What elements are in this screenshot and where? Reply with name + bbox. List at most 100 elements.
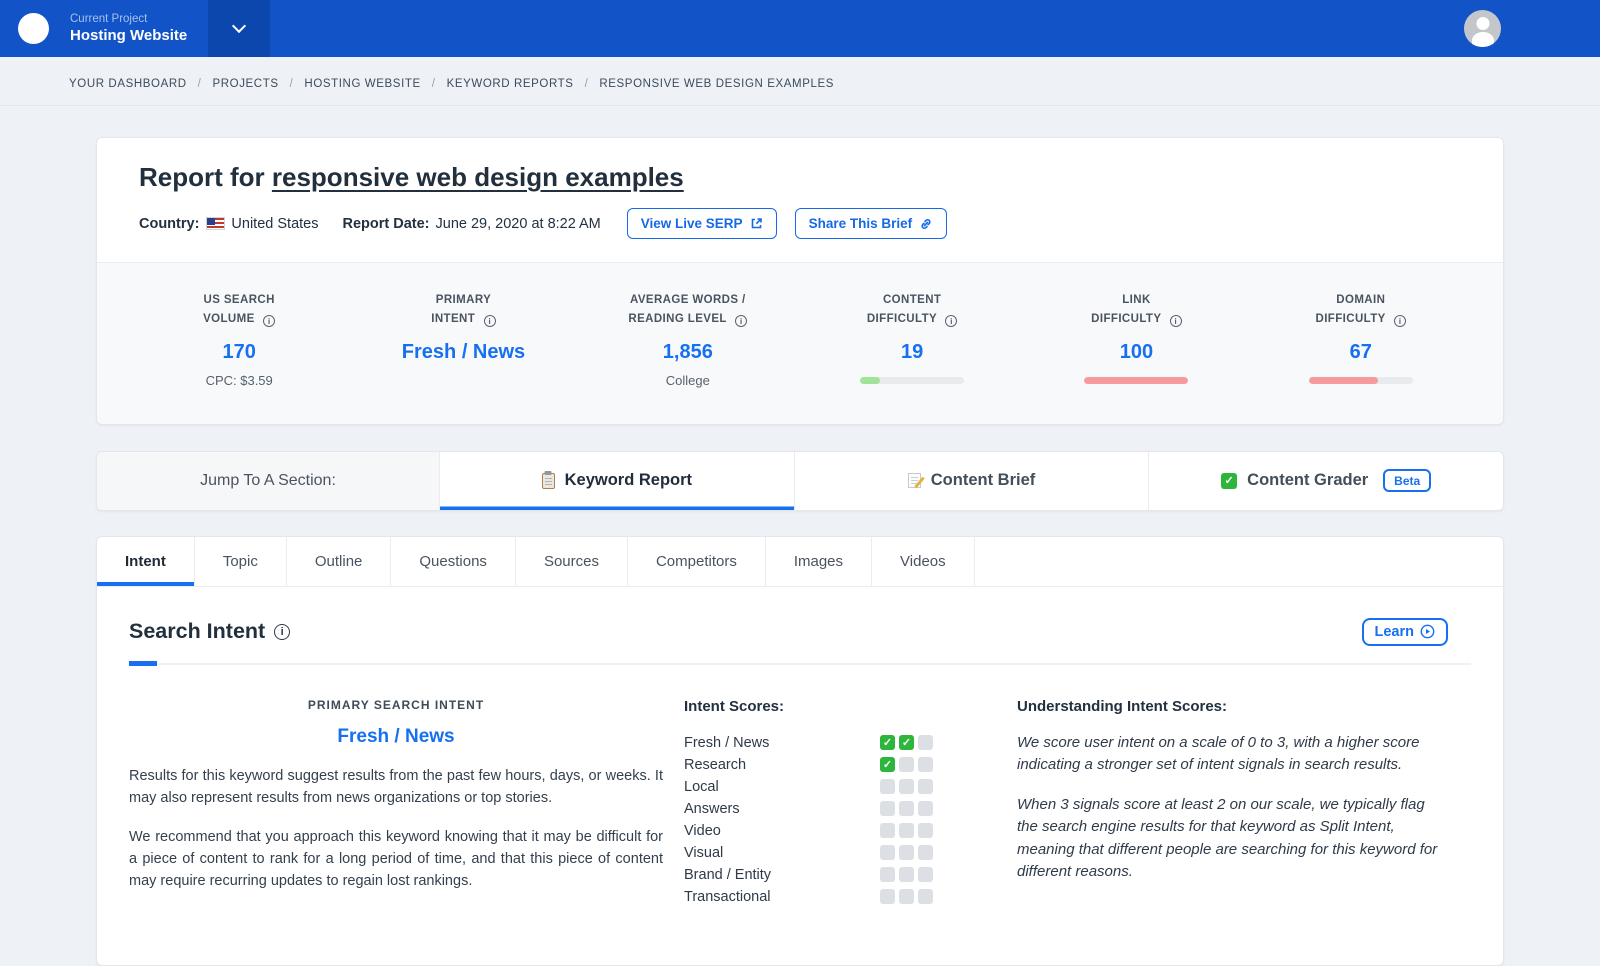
learn-button[interactable]: Learn <box>1361 617 1448 646</box>
difficulty-bar-fill <box>860 376 880 384</box>
breadcrumb-item-responsive-web-design-examples[interactable]: RESPONSIVE WEB DESIGN EXAMPLES <box>599 78 834 90</box>
project-avatar[interactable] <box>18 13 49 44</box>
share-brief-label: Share This Brief <box>808 216 913 231</box>
breadcrumb-item-projects[interactable]: PROJECTS <box>212 78 304 90</box>
breadcrumb-item-keyword-reports[interactable]: KEYWORD REPORTS <box>447 78 600 90</box>
us-flag-icon <box>206 217 226 230</box>
intent-score-row-research: Research <box>684 757 933 773</box>
stat-value: 19 <box>901 340 924 363</box>
stat-value: 170 <box>222 340 256 363</box>
intent-score-boxes <box>880 735 933 751</box>
intent-score-label: Brand / Entity <box>684 866 772 883</box>
info-icon[interactable] <box>274 623 291 640</box>
project-label: Current Project <box>70 13 148 25</box>
stat-primary-intent: PRIMARYINTENT Fresh / News <box>351 291 575 388</box>
empty-box-icon <box>918 889 933 905</box>
empty-box-icon <box>918 845 933 861</box>
difficulty-bar <box>860 376 965 384</box>
intent-scores-list: Fresh / News Research Local Answers Video Vis… <box>684 735 933 905</box>
report-meta-row: Country: United States Report Date: June… <box>139 208 1461 239</box>
chevron-down-icon <box>231 18 247 34</box>
stat-label: CONTENT DIFFICULTY <box>800 291 1024 329</box>
section-nav-content-brief[interactable]: Content Brief <box>795 451 1150 510</box>
understanding-heading: Understanding Intent Scores: <box>1017 697 1228 715</box>
tab-sources[interactable]: Sources <box>516 536 628 586</box>
project-selector[interactable]: Current Project Hosting Website <box>70 13 187 44</box>
stat-average-words-reading-level: AVERAGE WORDS /READING LEVEL 1,856 Colleg… <box>576 291 800 388</box>
info-icon[interactable] <box>483 314 496 327</box>
intent-scores-column: Intent Scores: Fresh / News Research Local… <box>684 698 933 905</box>
external-link-icon <box>751 218 762 229</box>
share-brief-button[interactable]: Share This Brief <box>794 208 948 239</box>
section-nav-label: Keyword Report <box>564 471 693 490</box>
empty-box-icon <box>918 823 933 839</box>
country-label: Country: <box>139 215 200 232</box>
report-card: Report for responsive web design example… <box>96 137 1504 425</box>
breadcrumb-item-hosting-website[interactable]: HOSTING WEBSITE <box>304 78 446 90</box>
intent-score-label: Research <box>684 756 747 773</box>
stat-value: Fresh / News <box>401 340 526 363</box>
intent-score-row-video: Video <box>684 823 933 839</box>
stat-link-difficulty: LINKDIFFICULTY 100 <box>1024 291 1248 388</box>
intent-score-row-brand-entity: Brand / Entity <box>684 867 933 883</box>
tab-images[interactable]: Images <box>766 536 873 586</box>
report-keyword-link[interactable]: responsive web design examples <box>272 162 684 192</box>
intent-score-row-fresh-news: Fresh / News <box>684 735 933 751</box>
difficulty-bar <box>1308 376 1413 384</box>
understanding-paragraph: When 3 signals score at least 2 on our s… <box>1017 795 1438 881</box>
tab-outline[interactable]: Outline <box>287 536 392 586</box>
report-date-label: Report Date: <box>342 215 430 232</box>
intent-score-row-local: Local <box>684 779 933 795</box>
section-nav-content-grader[interactable]: Content Grader Beta <box>1149 452 1503 510</box>
difficulty-bar <box>1084 376 1189 384</box>
info-icon[interactable] <box>735 314 748 327</box>
info-icon[interactable] <box>263 314 276 327</box>
tab-intent[interactable]: Intent <box>97 536 195 586</box>
empty-box-icon <box>899 779 914 795</box>
report-header: Report for responsive web design example… <box>97 138 1503 262</box>
empty-box-icon <box>880 823 895 839</box>
tab-videos[interactable]: Videos <box>872 536 975 586</box>
intent-score-label: Visual <box>684 844 724 861</box>
tab-topic[interactable]: Topic <box>195 536 287 586</box>
stat-sub: College <box>665 372 710 388</box>
section-title: Search Intent <box>129 619 266 644</box>
empty-box-icon <box>899 889 914 905</box>
stat-content-difficulty: CONTENTDIFFICULTY 19 <box>800 291 1024 388</box>
view-live-serp-button[interactable]: View Live SERP <box>626 208 777 239</box>
check-box-icon <box>899 735 914 751</box>
check-box-icon <box>880 757 895 773</box>
primary-intent-column: PRIMARY SEARCH INTENT Fresh / News Resul… <box>129 698 663 905</box>
project-dropdown-button[interactable] <box>208 0 270 57</box>
keyword-report-card: Intent Topic Outline Questions Sources Compet… <box>96 535 1504 966</box>
info-icon[interactable] <box>945 314 958 327</box>
intent-score-label: Transactional <box>684 888 771 905</box>
primary-intent-label: PRIMARY SEARCH INTENT <box>307 697 485 712</box>
empty-box-icon <box>918 735 933 751</box>
intent-columns: PRIMARY SEARCH INTENT Fresh / News Resul… <box>129 698 1471 905</box>
breadcrumb-item-your-dashboard[interactable]: YOUR DASHBOARD <box>69 78 212 90</box>
learn-button-label: Learn <box>1374 623 1415 640</box>
intent-score-row-answers: Answers <box>684 801 933 817</box>
empty-box-icon <box>880 889 895 905</box>
info-icon[interactable] <box>1169 314 1182 327</box>
intent-description-paragraph: Results for this keyword suggest results… <box>129 767 663 806</box>
tab-questions[interactable]: Questions <box>391 536 516 586</box>
stat-label: DOMAIN DIFFICULTY <box>1249 291 1473 329</box>
empty-box-icon <box>880 779 895 795</box>
understanding-paragraph: We score user intent on a scale of 0 to … <box>1017 733 1420 774</box>
tab-competitors[interactable]: Competitors <box>628 536 766 586</box>
stat-label: LINK DIFFICULTY <box>1024 291 1248 329</box>
intent-score-label: Answers <box>684 800 740 817</box>
top-nav-bar: Current Project Hosting Website <box>0 0 1600 57</box>
intent-score-label: Local <box>684 778 719 795</box>
intent-score-boxes <box>880 867 933 883</box>
empty-box-icon <box>918 779 933 795</box>
difficulty-bar-fill <box>1084 376 1189 384</box>
empty-box-icon <box>918 757 933 773</box>
check-box-icon <box>880 735 895 751</box>
section-nav-heading: Jump To A Section: <box>97 451 440 510</box>
section-nav-keyword-report[interactable]: Keyword Report <box>440 451 795 510</box>
info-icon[interactable] <box>1394 314 1407 327</box>
user-avatar[interactable] <box>1464 10 1501 47</box>
